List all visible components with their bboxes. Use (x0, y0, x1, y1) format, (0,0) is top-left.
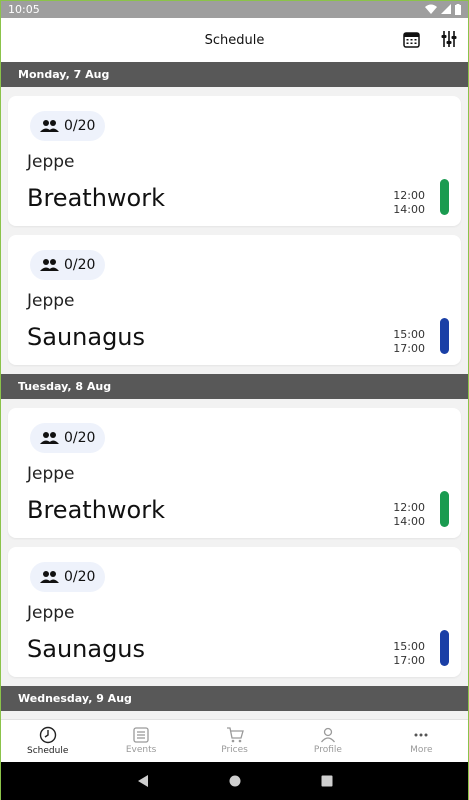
capacity-badge: 0/20 (30, 250, 106, 280)
event-color-indicator (440, 491, 449, 527)
event-card[interactable]: 0/20 Jeppe Breathwork 12:00 14:00 (8, 408, 461, 538)
start-time: 15:00 (393, 328, 425, 341)
capacity-badge: 0/20 (30, 562, 106, 592)
people-icon (40, 259, 59, 271)
event-color-indicator (440, 318, 449, 354)
day-header-label: Tuesday, 8 Aug (18, 380, 112, 393)
cart-icon (226, 727, 244, 743)
capacity-text: 0/20 (64, 118, 96, 134)
event-name: Breathwork (27, 184, 165, 212)
event-times: 12:00 14:00 (393, 189, 425, 217)
capacity-text: 0/20 (64, 430, 96, 446)
home-icon[interactable] (229, 775, 241, 787)
nav-label: Schedule (27, 746, 69, 756)
capacity-badge: 0/20 (30, 423, 106, 453)
event-times: 15:00 17:00 (393, 328, 425, 356)
start-time: 12:00 (393, 189, 425, 202)
event-card[interactable]: 0/20 Jeppe Saunagus 15:00 17:00 (8, 547, 461, 677)
app-bar: Schedule (1, 18, 468, 62)
event-card[interactable]: 0/20 Jeppe Breathwork 12:00 14:00 (8, 96, 461, 226)
system-nav-bar (0, 762, 469, 800)
nav-item-schedule[interactable]: Schedule (1, 720, 94, 762)
event-color-indicator (440, 630, 449, 666)
end-time: 14:00 (393, 203, 425, 216)
people-icon (40, 432, 59, 444)
status-bar: 10:05 (0, 0, 469, 18)
instructor-name: Jeppe (27, 152, 75, 172)
clock-icon (39, 726, 56, 744)
nav-label: Profile (313, 745, 342, 755)
battery-icon (455, 3, 461, 15)
capacity-text: 0/20 (64, 569, 96, 585)
nav-item-profile[interactable]: Profile (281, 720, 374, 762)
instructor-name: Jeppe (27, 291, 75, 311)
instructor-name: Jeppe (27, 603, 75, 623)
start-time: 12:00 (393, 501, 425, 514)
nav-item-more[interactable]: More (375, 720, 468, 762)
event-times: 12:00 14:00 (393, 501, 425, 529)
sliders-icon (441, 31, 457, 47)
nav-item-events[interactable]: Events (94, 720, 187, 762)
back-icon[interactable] (137, 775, 149, 787)
start-time: 15:00 (393, 640, 425, 653)
day-header-label: Monday, 7 Aug (18, 68, 110, 81)
status-icons (425, 3, 461, 15)
people-icon (40, 571, 59, 583)
day-header: Monday, 7 Aug (1, 62, 468, 87)
nav-label: More (410, 745, 433, 755)
event-name: Breathwork (27, 496, 165, 524)
nav-label: Prices (221, 745, 248, 755)
day-header: Tuesday, 8 Aug (1, 374, 468, 399)
day-header: Wednesday, 9 Aug (1, 686, 468, 711)
page-title: Schedule (204, 32, 265, 48)
nav-label: Events (125, 745, 157, 755)
event-card[interactable]: 0/20 Jeppe Saunagus 15:00 17:00 (8, 235, 461, 365)
people-icon (40, 120, 59, 132)
list-icon (133, 727, 149, 743)
nav-item-prices[interactable]: Prices (188, 720, 281, 762)
wifi-icon (425, 4, 437, 14)
signal-icon (441, 4, 451, 14)
calendar-button[interactable] (400, 28, 422, 50)
calendar-icon (402, 31, 420, 48)
schedule-list[interactable]: Monday, 7 Aug 0/20 Jeppe Breathwork 12:0… (1, 62, 468, 719)
event-color-indicator (440, 179, 449, 215)
recents-icon[interactable] (321, 775, 333, 787)
end-time: 14:00 (393, 515, 425, 528)
person-icon (320, 727, 335, 743)
end-time: 17:00 (393, 654, 425, 667)
end-time: 17:00 (393, 342, 425, 355)
filter-button[interactable] (438, 28, 460, 50)
capacity-text: 0/20 (64, 257, 96, 273)
event-name: Saunagus (27, 323, 146, 351)
day-header-label: Wednesday, 9 Aug (18, 692, 132, 705)
instructor-name: Jeppe (27, 464, 75, 484)
bottom-nav: Schedule Events Prices Profile More (1, 719, 468, 762)
event-times: 15:00 17:00 (393, 640, 425, 668)
status-time: 10:05 (8, 2, 40, 16)
event-name: Saunagus (27, 635, 146, 663)
more-dots-icon (414, 733, 428, 737)
capacity-badge: 0/20 (30, 111, 106, 141)
